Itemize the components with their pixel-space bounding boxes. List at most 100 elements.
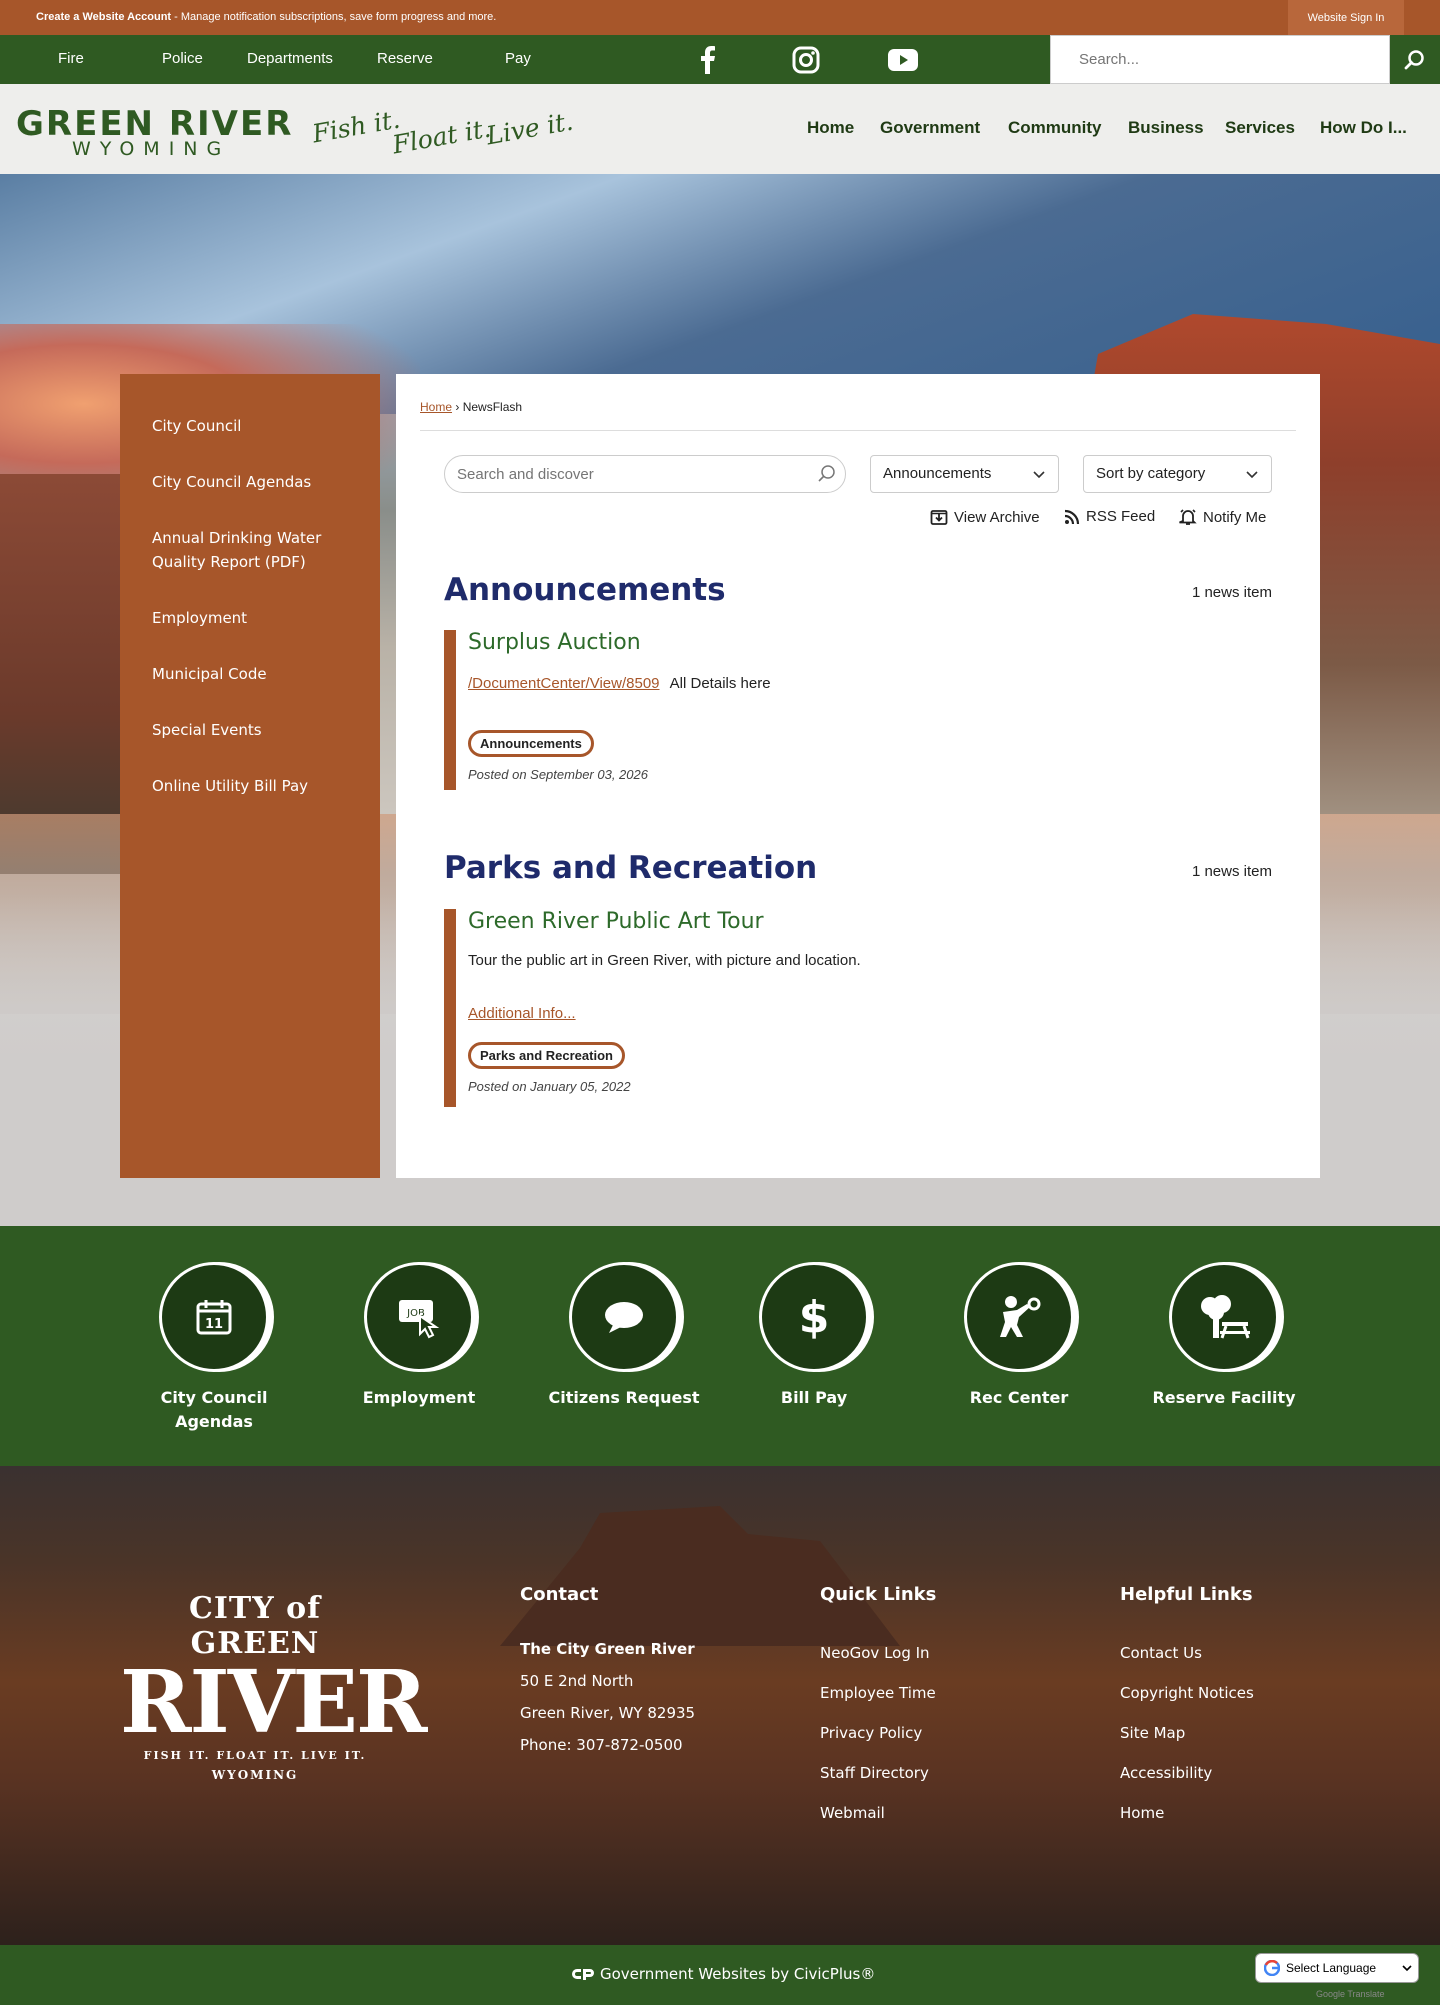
footer-helpful-links: Helpful Links Contact Us Copyright Notic…	[1120, 1584, 1254, 1833]
footer-link-privacy-policy[interactable]: Privacy Policy	[820, 1713, 936, 1753]
sort-select[interactable]: Sort by category	[1083, 455, 1272, 493]
site-header: GREEN RIVER WYOMING Fish it. Float it. L…	[0, 84, 1440, 174]
quick-link-city-council-agendas[interactable]: 11 City Council Agendas	[124, 1262, 304, 1434]
site-search	[1050, 35, 1390, 84]
notify-me-label: Notify Me	[1203, 508, 1267, 526]
footer-link-accessibility[interactable]: Accessibility	[1120, 1753, 1254, 1793]
footer-logo[interactable]: CITY of GREEN RIVER FISH IT. FLOAT IT. L…	[120, 1591, 427, 1782]
footer-logo-banner: FISH IT. FLOAT IT. LIVE IT.	[143, 1749, 367, 1762]
footer-heading: Quick Links	[820, 1584, 937, 1605]
quick-link-rec-center[interactable]: Rec Center	[929, 1262, 1109, 1410]
sidebar-item-special-events[interactable]: Special Events	[120, 718, 380, 742]
category-tag[interactable]: Announcements	[468, 730, 594, 757]
quick-link-citizens-request[interactable]: Citizens Request	[534, 1262, 714, 1410]
language-select[interactable]: Select Language	[1255, 1953, 1419, 1983]
nav-services[interactable]: Services	[1225, 118, 1295, 138]
utility-link-fire[interactable]: Fire	[58, 50, 84, 67]
footer-link-copyright[interactable]: Copyright Notices	[1120, 1673, 1254, 1713]
footer-link-neogov[interactable]: NeoGov Log In	[820, 1633, 936, 1673]
account-bar: Create a Website Account - Manage notifi…	[0, 0, 1440, 35]
quick-link-label: Bill Pay	[780, 1388, 848, 1407]
website-sign-in-button[interactable]: Website Sign In	[1288, 0, 1404, 35]
footer-link-contact-us[interactable]: Contact Us	[1120, 1633, 1254, 1673]
nav-how-do-i[interactable]: How Do I...	[1320, 118, 1407, 138]
footer-contact: Contact The City Green River 50 E 2nd No…	[520, 1584, 695, 1761]
footer-quick-links: Quick Links NeoGov Log In Employee Time …	[820, 1584, 936, 1833]
footer-link-employee-time[interactable]: Employee Time	[820, 1673, 936, 1713]
notify-me-link[interactable]: Notify Me	[1179, 508, 1266, 526]
contact-phone: Phone: 307-872-0500	[520, 1736, 683, 1754]
google-g-icon	[1264, 1960, 1280, 1976]
civicplus-credit: Government Websites by CivicPlus®	[600, 1965, 876, 1983]
category-tag[interactable]: Parks and Recreation	[468, 1042, 625, 1069]
quick-links-band: 11 City Council Agendas JOB Employment C…	[0, 1226, 1440, 1466]
sidebar-item-drinking-water-report[interactable]: Annual Drinking Water Quality Report (PD…	[120, 526, 380, 574]
news-item-title[interactable]: Surplus Auction	[468, 630, 1272, 655]
utility-link-pay[interactable]: Pay	[505, 50, 531, 67]
civicplus-credit-link[interactable]: Government Websites by CivicPlus®	[572, 1965, 875, 1983]
footer-link-staff-directory[interactable]: Staff Directory	[820, 1753, 936, 1793]
weightlifter-icon	[964, 1262, 1074, 1372]
sidebar-item-employment[interactable]: Employment	[120, 606, 380, 630]
instagram-icon[interactable]	[791, 45, 821, 75]
utility-link-departments[interactable]: Departments	[247, 50, 333, 67]
tagline-fish: Fish it.	[310, 104, 403, 149]
nav-government[interactable]: Government	[880, 118, 980, 138]
nav-community[interactable]: Community	[1008, 118, 1102, 138]
category-select[interactable]: Announcements	[870, 455, 1059, 493]
nav-business[interactable]: Business	[1128, 118, 1204, 138]
rss-icon	[1064, 509, 1080, 524]
breadcrumb-divider	[420, 430, 1296, 431]
quick-link-label: Rec Center	[969, 1388, 1069, 1407]
footer-link-home[interactable]: Home	[1120, 1793, 1254, 1833]
breadcrumb: Home › NewsFlash	[420, 400, 522, 414]
site-search-input[interactable]	[1051, 36, 1351, 83]
breadcrumb-current: NewsFlash	[462, 400, 523, 414]
contact-address1: 50 E 2nd North	[520, 1672, 634, 1690]
bell-icon	[1179, 509, 1197, 525]
facebook-icon[interactable]	[693, 45, 723, 75]
job-cursor-icon: JOB	[364, 1262, 474, 1372]
footer-link-webmail[interactable]: Webmail	[820, 1793, 936, 1833]
additional-info-link[interactable]: Additional Info...	[468, 1005, 576, 1022]
sidebar-item-utility-bill-pay[interactable]: Online Utility Bill Pay	[120, 774, 380, 798]
rss-feed-link[interactable]: RSS Feed	[1064, 508, 1155, 525]
sidebar-item-municipal-code[interactable]: Municipal Code	[120, 662, 380, 686]
breadcrumb-home[interactable]: Home	[420, 400, 452, 414]
sidebar-item-city-council[interactable]: City Council	[120, 414, 380, 438]
quick-link-employment[interactable]: JOB Employment	[329, 1262, 509, 1410]
picnic-tree-icon	[1169, 1262, 1279, 1372]
speech-bubble-icon	[569, 1262, 679, 1372]
account-message: Create a Website Account - Manage notifi…	[36, 11, 496, 23]
chevron-down-icon	[1402, 1965, 1412, 1972]
search-icon[interactable]	[817, 464, 837, 488]
google-translate-label: Google Translate	[1316, 1989, 1385, 1999]
utility-link-reserve[interactable]: Reserve	[377, 50, 433, 67]
account-description: - Manage notification subscriptions, sav…	[171, 11, 497, 23]
create-account-link[interactable]: Create a Website Account	[36, 11, 171, 23]
view-archive-link[interactable]: View Archive	[930, 508, 1040, 526]
quick-link-label: Citizens Request	[548, 1388, 700, 1407]
search-button[interactable]	[1390, 35, 1440, 84]
view-archive-label: View Archive	[954, 508, 1040, 526]
dollar-icon: $	[759, 1262, 869, 1372]
quick-link-bill-pay[interactable]: $ Bill Pay	[724, 1262, 904, 1410]
logo-subtitle: WYOMING	[72, 138, 231, 160]
tagline-live: Live it.	[484, 106, 576, 151]
news-search	[444, 455, 846, 493]
archive-icon	[930, 510, 948, 525]
sidebar-item-city-council-agendas[interactable]: City Council Agendas	[120, 470, 380, 494]
utility-link-police[interactable]: Police	[162, 50, 203, 67]
news-item: Surplus Auction /DocumentCenter/View/850…	[444, 630, 1272, 790]
youtube-icon[interactable]	[888, 45, 918, 75]
document-link[interactable]: /DocumentCenter/View/8509	[468, 675, 660, 692]
news-item: Green River Public Art Tour Tour the pub…	[444, 909, 1272, 1107]
footer-logo-state: WYOMING	[211, 1768, 299, 1782]
news-item-title[interactable]: Green River Public Art Tour	[468, 909, 1272, 934]
footer-link-site-map[interactable]: Site Map	[1120, 1713, 1254, 1753]
news-search-input[interactable]	[445, 456, 795, 492]
quick-link-reserve-facility[interactable]: Reserve Facility	[1134, 1262, 1314, 1410]
nav-home[interactable]: Home	[807, 118, 854, 138]
civicplus-logo-icon	[572, 1969, 594, 1980]
rss-feed-label: RSS Feed	[1086, 508, 1156, 525]
